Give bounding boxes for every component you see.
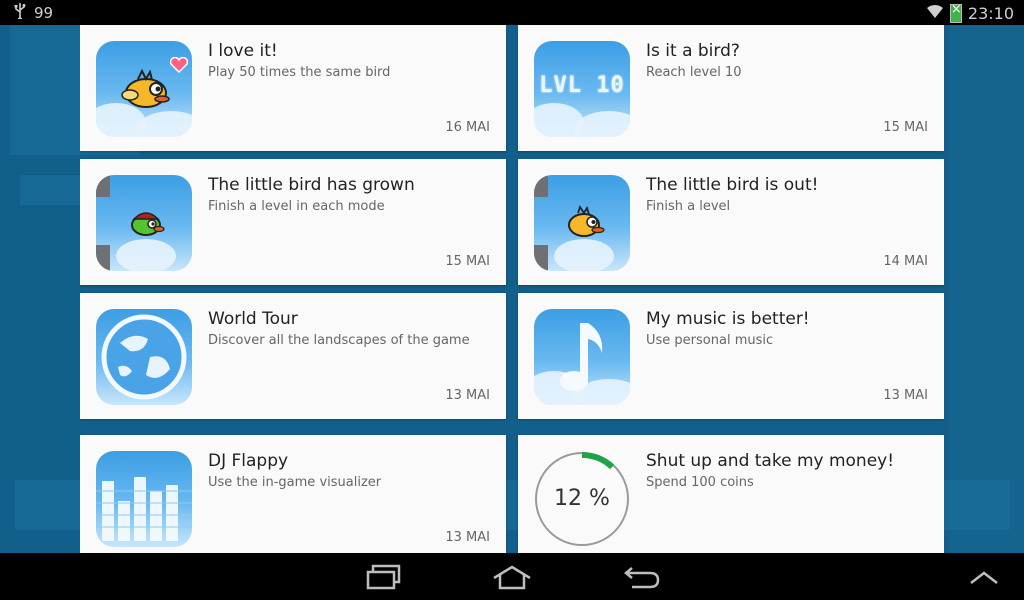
achievement-card[interactable]: World Tour Discover all the landscapes o… xyxy=(80,293,506,419)
wifi-icon xyxy=(926,3,944,23)
achievement-card[interactable]: DJ Flappy Use the in-game visualizer 13 … xyxy=(80,435,506,553)
achievement-description: Play 50 times the same bird xyxy=(208,65,391,80)
achievement-date: 13 MAI xyxy=(445,388,490,403)
progress-label: 12 % xyxy=(554,486,610,511)
achievement-date: 14 MAI xyxy=(883,254,928,269)
achievement-date: 15 MAI xyxy=(445,254,490,269)
back-button[interactable] xyxy=(620,561,664,593)
bird-heart-icon xyxy=(96,41,192,137)
equalizer-icon xyxy=(96,451,192,547)
achievement-card[interactable]: I love it! Play 50 times the same bird 1… xyxy=(80,25,506,151)
achievement-description: Use personal music xyxy=(646,333,774,348)
level-badge-text: LVL 10 xyxy=(539,73,625,98)
home-button[interactable] xyxy=(490,561,534,593)
usb-icon xyxy=(14,3,26,23)
achievement-card[interactable]: The little bird is out! Finish a level 1… xyxy=(518,159,944,285)
level-10-icon: LVL 10 xyxy=(534,41,630,137)
battery-icon xyxy=(949,2,962,23)
notification-count: 99 xyxy=(34,4,54,22)
achievements-list[interactable]: I love it! Play 50 times the same bird 1… xyxy=(80,25,944,553)
achievement-date: 15 MAI xyxy=(883,120,928,135)
yellow-bird-icon xyxy=(534,175,630,271)
achievement-title: DJ Flappy xyxy=(208,451,289,471)
achievement-description: Reach level 10 xyxy=(646,65,742,80)
progress-ring: 12 % xyxy=(534,451,630,547)
navigation-bar xyxy=(0,553,1024,600)
achievement-description: Use the in-game visualizer xyxy=(208,475,382,490)
clock: 23:10 xyxy=(967,3,1014,23)
music-note-icon xyxy=(534,309,630,405)
achievement-date: 13 MAI xyxy=(883,388,928,403)
achievement-description: Discover all the landscapes of the game xyxy=(208,333,470,348)
achievement-description: Finish a level xyxy=(646,199,731,214)
achievement-card[interactable]: The little bird has grown Finish a level… xyxy=(80,159,506,285)
achievement-title: I love it! xyxy=(208,41,278,61)
achievement-title: The little bird has grown xyxy=(208,175,415,195)
status-bar: 99 23:10 xyxy=(0,0,1024,25)
achievement-description: Spend 100 coins xyxy=(646,475,754,490)
chevron-up-icon[interactable] xyxy=(962,561,1006,593)
recent-apps-button[interactable] xyxy=(362,561,406,593)
achievement-date: 13 MAI xyxy=(445,530,490,545)
achievement-title: My music is better! xyxy=(646,309,810,329)
achievement-title: The little bird is out! xyxy=(646,175,819,195)
achievement-description: Finish a level in each mode xyxy=(208,199,385,214)
achievement-card[interactable]: My music is better! Use personal music 1… xyxy=(518,293,944,419)
achievement-date: 16 MAI xyxy=(445,120,490,135)
achievement-card[interactable]: LVL 10 Is it a bird? Reach level 10 15 M… xyxy=(518,25,944,151)
achievement-title: Shut up and take my money! xyxy=(646,451,895,471)
globe-icon xyxy=(96,309,192,405)
green-bird-icon xyxy=(96,175,192,271)
achievement-card[interactable]: 12 % Shut up and take my money! Spend 10… xyxy=(518,435,944,553)
achievement-title: World Tour xyxy=(208,309,298,329)
achievement-title: Is it a bird? xyxy=(646,41,740,61)
